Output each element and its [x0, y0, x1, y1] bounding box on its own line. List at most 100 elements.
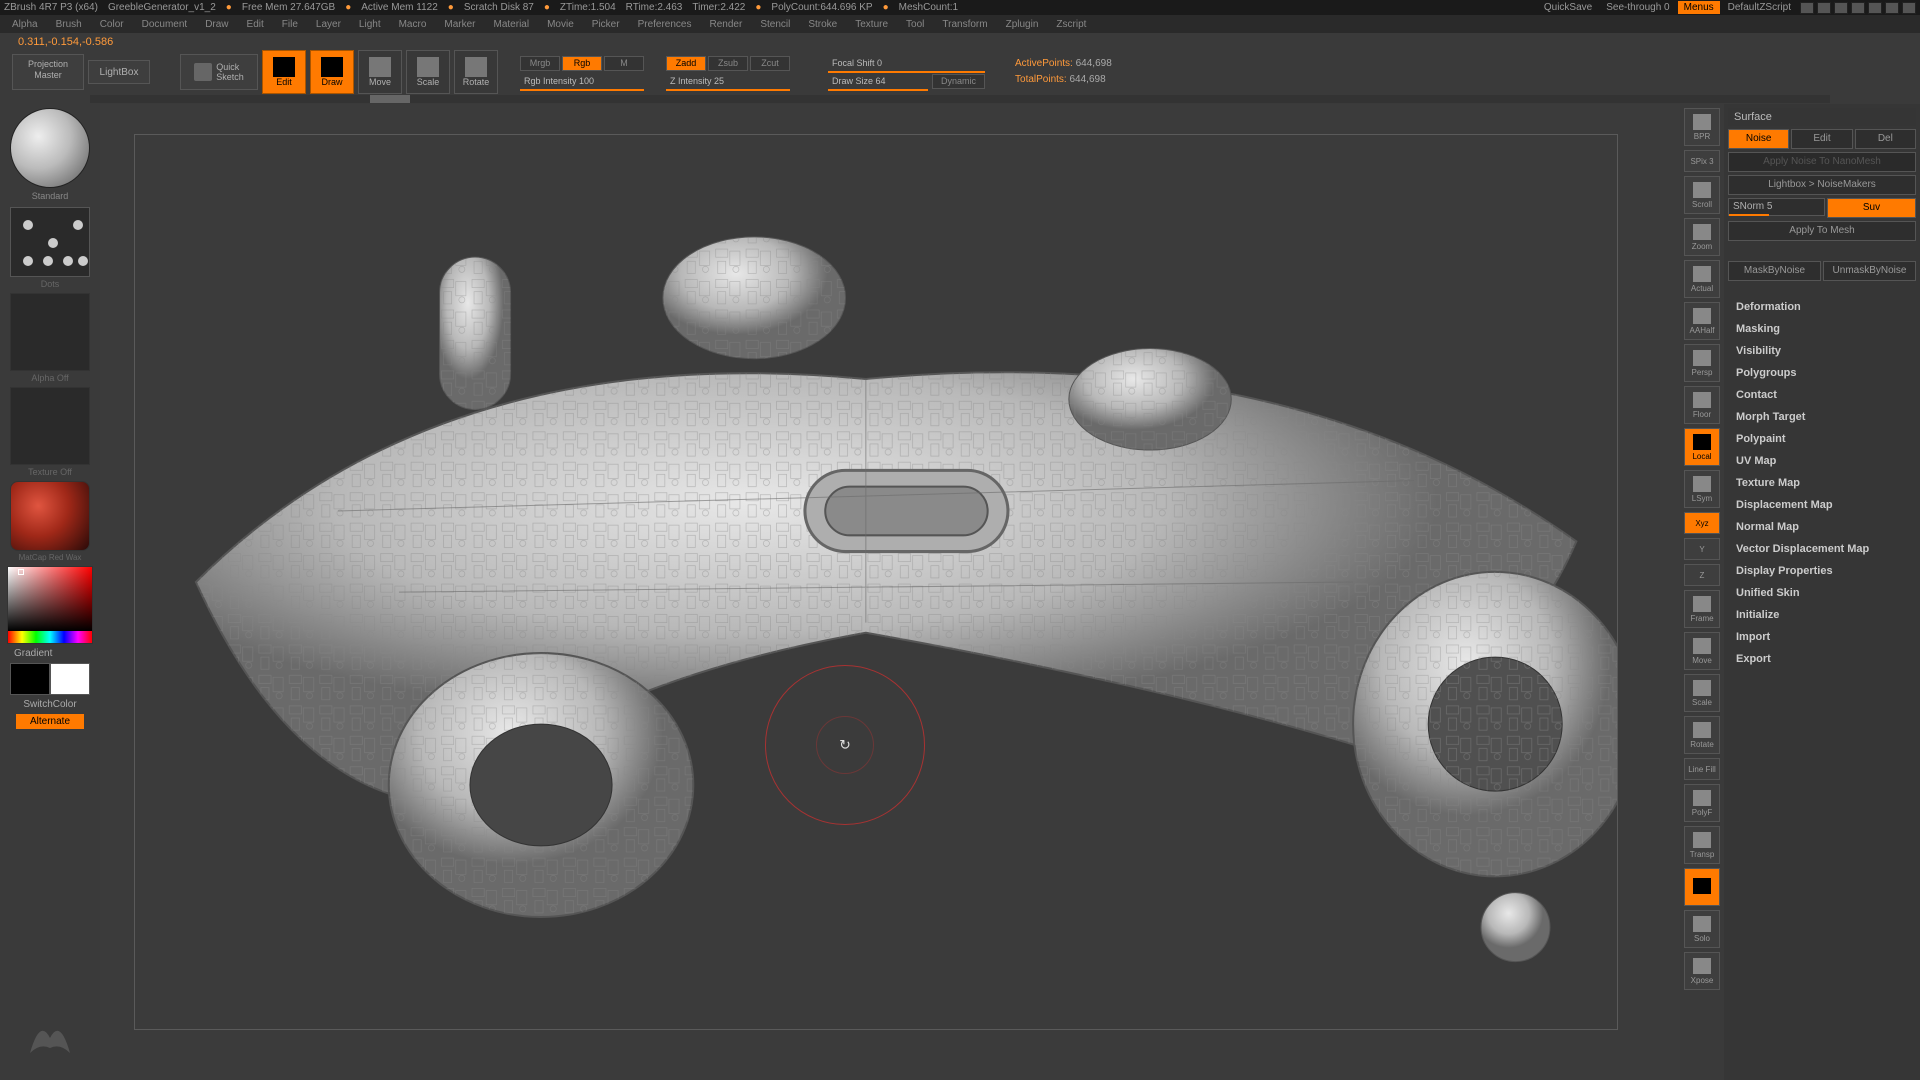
rgb-toggle[interactable]: Rgb — [562, 56, 602, 71]
axis-z-button[interactable]: Z — [1684, 564, 1720, 586]
unmask-by-noise-button[interactable]: UnmaskByNoise — [1823, 261, 1916, 281]
window-icon-2[interactable] — [1834, 2, 1848, 14]
solo-button[interactable]: Solo — [1684, 910, 1720, 948]
menu-stencil[interactable]: Stencil — [760, 19, 790, 30]
quick-sketch-button[interactable]: Quick Sketch — [180, 54, 258, 90]
xyz-button[interactable]: Xyz — [1684, 512, 1720, 534]
section-masking[interactable]: Masking — [1728, 318, 1916, 340]
scroll-button[interactable]: Scroll — [1684, 176, 1720, 214]
transp-button[interactable]: Transp — [1684, 826, 1720, 864]
spix-slider[interactable]: SPix 3 — [1684, 150, 1720, 172]
rotate-nav-button[interactable]: Rotate — [1684, 716, 1720, 754]
menu-material[interactable]: Material — [494, 19, 530, 30]
axis-y-button[interactable]: Y — [1684, 538, 1720, 560]
section-morph-target[interactable]: Morph Target — [1728, 406, 1916, 428]
edit-noise-button[interactable]: Edit — [1791, 129, 1852, 149]
menu-brush[interactable]: Brush — [56, 19, 82, 30]
floor-button[interactable]: Floor — [1684, 386, 1720, 424]
menu-light[interactable]: Light — [359, 19, 381, 30]
move-nav-button[interactable]: Move — [1684, 632, 1720, 670]
aahalf-button[interactable]: AAHalf — [1684, 302, 1720, 340]
section-uv-map[interactable]: UV Map — [1728, 450, 1916, 472]
section-vector-displacement-map[interactable]: Vector Displacement Map — [1728, 538, 1916, 560]
edit-mode-button[interactable]: Edit — [262, 50, 306, 94]
minimize-icon[interactable] — [1868, 2, 1882, 14]
frame-button[interactable]: Frame — [1684, 590, 1720, 628]
local-button[interactable]: Local — [1684, 428, 1720, 466]
default-zscript-button[interactable]: DefaultZScript — [1722, 1, 1797, 14]
menu-picker[interactable]: Picker — [592, 19, 620, 30]
menu-stroke[interactable]: Stroke — [808, 19, 837, 30]
menu-texture[interactable]: Texture — [855, 19, 888, 30]
apply-to-mesh-button[interactable]: Apply To Mesh — [1728, 221, 1916, 241]
gradient-toggle[interactable]: Gradient — [0, 648, 52, 659]
zadd-toggle[interactable]: Zadd — [666, 56, 706, 71]
menu-color[interactable]: Color — [100, 19, 124, 30]
section-visibility[interactable]: Visibility — [1728, 340, 1916, 362]
move-mode-button[interactable]: Move — [358, 50, 402, 94]
shelf-scrollbar[interactable] — [90, 95, 1830, 103]
viewport[interactable] — [100, 104, 1680, 1080]
mask-by-noise-button[interactable]: MaskByNoise — [1728, 261, 1821, 281]
apply-noise-nanomesh-button[interactable]: Apply Noise To NanoMesh — [1728, 152, 1916, 172]
menus-toggle[interactable]: Menus — [1678, 1, 1720, 14]
draw-mode-button[interactable]: Draw — [310, 50, 354, 94]
material-selector[interactable] — [10, 481, 90, 551]
lsym-button[interactable]: LSym — [1684, 470, 1720, 508]
close-icon[interactable] — [1902, 2, 1916, 14]
ghost-button[interactable] — [1684, 868, 1720, 906]
surface-header[interactable]: Surface — [1728, 108, 1916, 126]
section-import[interactable]: Import — [1728, 626, 1916, 648]
zoom-button[interactable]: Zoom — [1684, 218, 1720, 256]
section-unified-skin[interactable]: Unified Skin — [1728, 582, 1916, 604]
color-swatches[interactable] — [10, 663, 90, 695]
section-normal-map[interactable]: Normal Map — [1728, 516, 1916, 538]
mrgb-toggle[interactable]: Mrgb — [520, 56, 560, 71]
xpose-button[interactable]: Xpose — [1684, 952, 1720, 990]
menu-edit[interactable]: Edit — [247, 19, 264, 30]
menu-zscript[interactable]: Zscript — [1056, 19, 1086, 30]
window-icon-3[interactable] — [1851, 2, 1865, 14]
color-picker[interactable] — [7, 566, 93, 644]
stroke-selector[interactable] — [10, 207, 90, 277]
zcut-toggle[interactable]: Zcut — [750, 56, 790, 71]
menu-movie[interactable]: Movie — [547, 19, 574, 30]
del-noise-button[interactable]: Del — [1855, 129, 1916, 149]
alternate-button[interactable]: Alternate — [16, 714, 84, 729]
switch-color-button[interactable]: SwitchColor — [23, 699, 76, 710]
scale-mode-button[interactable]: Scale — [406, 50, 450, 94]
alpha-selector[interactable] — [10, 293, 90, 371]
see-through-slider[interactable]: See-through 0 — [1600, 1, 1675, 14]
menu-render[interactable]: Render — [710, 19, 743, 30]
section-deformation[interactable]: Deformation — [1728, 296, 1916, 318]
polyf-button[interactable]: PolyF — [1684, 784, 1720, 822]
actual-button[interactable]: Actual — [1684, 260, 1720, 298]
persp-button[interactable]: Persp — [1684, 344, 1720, 382]
dynamic-toggle[interactable]: Dynamic — [932, 74, 985, 89]
section-contact[interactable]: Contact — [1728, 384, 1916, 406]
z-intensity-slider[interactable]: Z Intensity 25 — [666, 74, 790, 89]
menu-transform[interactable]: Transform — [942, 19, 987, 30]
menu-file[interactable]: File — [282, 19, 298, 30]
quicksave-button[interactable]: QuickSave — [1538, 1, 1598, 14]
bpr-button[interactable]: BPR — [1684, 108, 1720, 146]
suv-button[interactable]: Suv — [1827, 198, 1916, 218]
section-display-properties[interactable]: Display Properties — [1728, 560, 1916, 582]
maximize-icon[interactable] — [1885, 2, 1899, 14]
lightbox-button[interactable]: LightBox — [88, 60, 150, 84]
section-initialize[interactable]: Initialize — [1728, 604, 1916, 626]
section-displacement-map[interactable]: Displacement Map — [1728, 494, 1916, 516]
section-polygroups[interactable]: Polygroups — [1728, 362, 1916, 384]
menu-draw[interactable]: Draw — [205, 19, 228, 30]
noise-button[interactable]: Noise — [1728, 129, 1789, 149]
brush-selector[interactable] — [10, 108, 90, 188]
scale-nav-button[interactable]: Scale — [1684, 674, 1720, 712]
section-texture-map[interactable]: Texture Map — [1728, 472, 1916, 494]
menu-macro[interactable]: Macro — [399, 19, 427, 30]
menu-layer[interactable]: Layer — [316, 19, 341, 30]
snorm-slider[interactable]: SNorm 5 — [1728, 198, 1825, 216]
section-polypaint[interactable]: Polypaint — [1728, 428, 1916, 450]
m-toggle[interactable]: M — [604, 56, 644, 71]
texture-selector[interactable] — [10, 387, 90, 465]
projection-master-button[interactable]: Projection Master — [12, 54, 84, 90]
